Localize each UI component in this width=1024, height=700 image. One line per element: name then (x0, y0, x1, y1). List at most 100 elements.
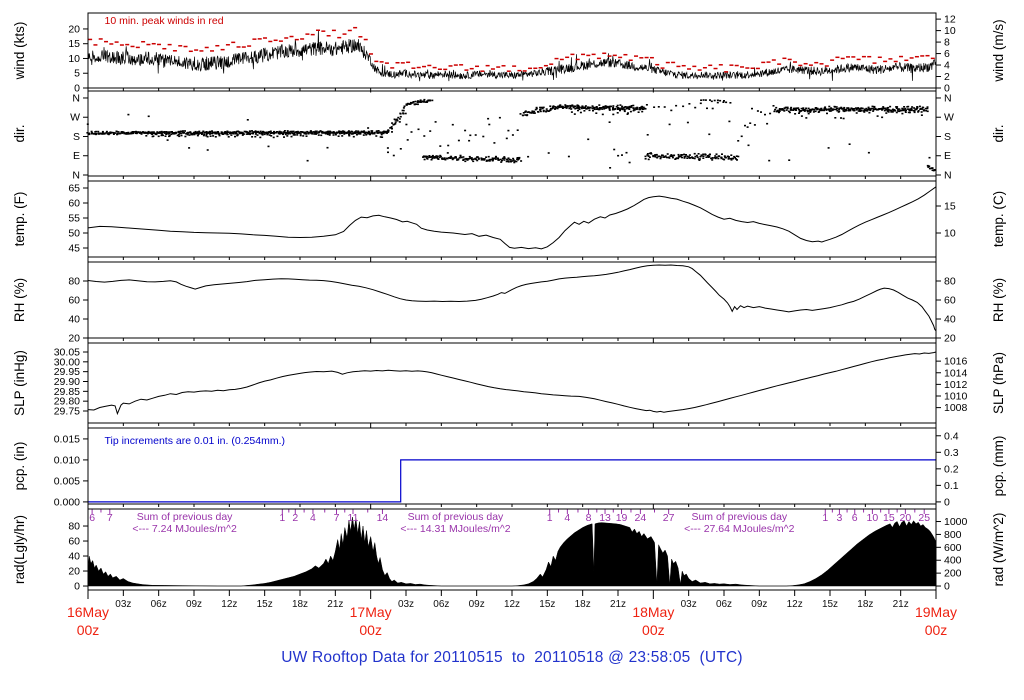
svg-text:10: 10 (68, 53, 80, 65)
svg-text:15: 15 (944, 200, 956, 212)
svg-text:14: 14 (377, 512, 389, 524)
svg-text:S: S (73, 131, 80, 143)
svg-text:1016: 1016 (944, 356, 968, 368)
panel-rad: 6 7 1 2 4 7 11 14 1 4 8 13 19 24 27 1 3 6 10 15 20 25Sum of p… (12, 508, 1006, 599)
svg-text:60: 60 (944, 295, 956, 307)
time-axis-labels: 03z 06z 09z 12z 15z 18z 21z 03z 06z 09z 12z 15z 18z 2… (67, 599, 957, 638)
axes-rh: 20 40 60 80 20 40 60 80 (68, 261, 956, 345)
axes-dir: NESWNNESWN (70, 90, 954, 181)
svg-text:60: 60 (68, 536, 80, 548)
svg-text:4: 4 (310, 512, 316, 524)
panel-dir: NESWNNESWNdir. dir. (12, 90, 1006, 181)
svg-text:27: 27 (663, 512, 675, 524)
svg-text:8: 8 (944, 37, 950, 49)
svg-text:W: W (70, 112, 80, 124)
pcp-series (88, 459, 936, 503)
svg-text:00z: 00z (925, 622, 948, 638)
svg-text:45: 45 (68, 242, 80, 254)
svg-text:6: 6 (944, 48, 950, 60)
svg-text:S: S (944, 131, 951, 143)
svg-text:<--- 7.24 MJoules/m^2: <--- 7.24 MJoules/m^2 (132, 523, 237, 535)
svg-text:40: 40 (68, 314, 80, 326)
slp-series (87, 351, 937, 416)
svg-text:16May: 16May (67, 604, 109, 620)
panel-wind: 10 min. peak winds in red051015200246810… (12, 12, 1006, 95)
slp-right-axis-title: SLP (hPa) (991, 352, 1006, 414)
svg-text:0.005: 0.005 (54, 475, 80, 487)
svg-text:2: 2 (292, 512, 298, 524)
dir-right-axis-title: dir. (991, 124, 1006, 142)
svg-text:60: 60 (68, 197, 80, 209)
svg-text:10: 10 (944, 227, 956, 239)
svg-text:10: 10 (944, 25, 956, 37)
svg-text:65: 65 (68, 182, 80, 194)
svg-text:09z: 09z (751, 599, 767, 610)
svg-text:4: 4 (944, 60, 950, 72)
svg-text:30.05: 30.05 (54, 346, 80, 358)
meteogram-chart-canvas: 10 min. peak winds in red051015200246810… (12, 12, 1006, 638)
svg-text:06z: 06z (433, 599, 449, 610)
svg-text:W: W (944, 112, 954, 124)
svg-text:6: 6 (89, 512, 95, 524)
svg-text:200: 200 (944, 568, 962, 580)
wind-right-axis-title: wind (m/s) (991, 19, 1006, 82)
svg-text:7: 7 (334, 512, 340, 524)
svg-text:1000: 1000 (944, 516, 968, 528)
svg-text:20: 20 (68, 566, 80, 578)
panel-temp: 45 50 55 60 65 10 15 temp. (F) temp. (C) (12, 180, 1006, 262)
svg-text:0.015: 0.015 (54, 433, 80, 445)
svg-text:18z: 18z (575, 599, 591, 610)
svg-text:09z: 09z (186, 599, 202, 610)
svg-text:15z: 15z (257, 599, 273, 610)
axes-slp: 29.7529.8029.8529.9029.9530.0030.0510081… (54, 342, 968, 428)
svg-text:13: 13 (599, 512, 611, 524)
svg-text:400: 400 (944, 555, 962, 567)
svg-text:1: 1 (547, 512, 553, 524)
svg-text:0.4: 0.4 (944, 430, 959, 442)
rh-left-axis-title: RH (%) (12, 278, 27, 322)
svg-text:20: 20 (68, 23, 80, 35)
svg-text:0.010: 0.010 (54, 454, 80, 466)
svg-text:00z: 00z (77, 622, 100, 638)
svg-text:00z: 00z (642, 622, 665, 638)
svg-text:2: 2 (944, 71, 950, 83)
panel-rh: 20 40 60 80 20 40 60 80 RH (%) RH (%) (12, 261, 1006, 345)
svg-text:03z: 03z (398, 599, 414, 610)
svg-text:00z: 00z (359, 622, 382, 638)
svg-text:N: N (944, 169, 952, 181)
wind-series (87, 29, 937, 82)
svg-text:24: 24 (635, 512, 647, 524)
svg-text:40: 40 (944, 314, 956, 326)
svg-text:10: 10 (867, 512, 879, 524)
svg-text:1012: 1012 (944, 379, 968, 391)
svg-text:Sum of previous day: Sum of previous day (691, 511, 787, 523)
svg-text:20: 20 (68, 333, 80, 345)
svg-text:20: 20 (944, 333, 956, 345)
svg-text:19May: 19May (915, 604, 957, 620)
svg-text:80: 80 (68, 521, 80, 533)
rh-series (87, 264, 937, 332)
svg-text:60: 60 (68, 295, 80, 307)
svg-text:09z: 09z (469, 599, 485, 610)
svg-text:06z: 06z (151, 599, 167, 610)
svg-text:1: 1 (822, 512, 828, 524)
wind-annotation: 10 min. peak winds in red (104, 15, 223, 27)
rad-left-axis-title: rad(Lgly/hr) (12, 515, 27, 584)
wind-peak-marks (88, 26, 935, 73)
svg-text:18May: 18May (632, 604, 674, 620)
svg-text:06z: 06z (716, 599, 732, 610)
svg-text:20: 20 (900, 512, 912, 524)
svg-text:0.000: 0.000 (54, 496, 80, 508)
svg-text:<--- 27.64 MJoules/m^2: <--- 27.64 MJoules/m^2 (684, 523, 794, 535)
svg-text:0: 0 (944, 496, 950, 508)
svg-text:0: 0 (74, 581, 80, 593)
svg-text:17May: 17May (350, 604, 392, 620)
svg-text:18z: 18z (292, 599, 308, 610)
svg-text:N: N (944, 92, 952, 104)
svg-text:12z: 12z (504, 599, 520, 610)
wind-left-axis-title: wind (kts) (12, 22, 27, 81)
svg-text:15: 15 (68, 38, 80, 50)
svg-text:18z: 18z (857, 599, 873, 610)
svg-text:40: 40 (68, 551, 80, 563)
svg-text:03z: 03z (115, 599, 131, 610)
